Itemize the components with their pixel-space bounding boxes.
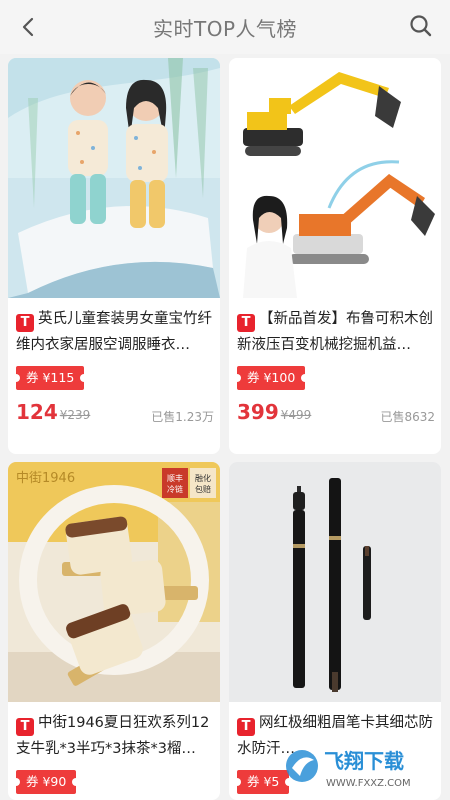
svg-text:包赔: 包赔 xyxy=(195,484,211,494)
tmall-badge-icon: T xyxy=(16,718,34,736)
product-card[interactable]: 中街1946 顺丰 冷链 融化 包赔 T 中街1946夏日狂欢系列12支牛乳*3半… xyxy=(8,462,220,800)
price: 124 xyxy=(16,400,58,424)
watermark-logo: 飞翔下载 WWW.FXXZ.COM xyxy=(286,749,411,789)
product-card[interactable]: T 英氏儿童套装男女童宝竹纤维内衣家居服空调服睡衣… 券 ¥115 124 ¥239… xyxy=(8,58,220,454)
tmall-badge-icon: T xyxy=(237,718,255,736)
sold-count: 已售8632 xyxy=(380,410,435,424)
product-title[interactable]: T 中街1946夏日狂欢系列12支牛乳*3半巧*3抹茶*3榴… xyxy=(16,710,214,762)
sold-count: 已售1.23万 xyxy=(151,410,214,424)
product-card[interactable]: T 【新品首发】布鲁可积木创新液压百变机械挖掘机益… 券 ¥100 399 ¥499… xyxy=(229,58,441,454)
coupon-tag[interactable]: 券 ¥100 xyxy=(232,366,310,390)
price-row: 399 ¥499 已售8632 xyxy=(237,400,435,430)
tmall-badge-icon: T xyxy=(237,314,255,332)
product-image-excavator-toy[interactable] xyxy=(229,58,441,298)
product-image-ice-cream[interactable]: 中街1946 顺丰 冷链 融化 包赔 xyxy=(8,462,220,702)
brand-label: 中街1946 xyxy=(16,471,75,486)
coupon-tag[interactable]: 券 ¥115 xyxy=(11,366,89,390)
svg-text:融化: 融化 xyxy=(195,473,211,483)
svg-text:WWW.FXXZ.COM: WWW.FXXZ.COM xyxy=(326,778,411,789)
search-icon[interactable] xyxy=(408,13,434,39)
coupon-tag[interactable]: 券 ¥90 xyxy=(11,770,81,794)
product-title[interactable]: T 英氏儿童套装男女童宝竹纤维内衣家居服空调服睡衣… xyxy=(16,306,214,358)
original-price: ¥239 xyxy=(59,408,91,422)
price-row: 124 ¥239 已售1.23万 xyxy=(16,400,214,430)
svg-text:飞翔下载: 飞翔下载 xyxy=(324,749,404,773)
svg-text:冷链: 冷链 xyxy=(167,484,183,494)
price: 399 xyxy=(237,400,279,424)
tmall-badge-icon: T xyxy=(16,314,34,332)
product-image-kids-pajamas[interactable] xyxy=(8,58,220,298)
svg-text:顺丰: 顺丰 xyxy=(167,473,183,483)
top-bar: 实时TOP人气榜 xyxy=(0,0,450,54)
page-title: 实时TOP人气榜 xyxy=(152,17,298,41)
original-price: ¥499 xyxy=(280,408,312,422)
product-image-eyebrow-pencil[interactable] xyxy=(229,462,441,702)
product-title[interactable]: T 【新品首发】布鲁可积木创新液压百变机械挖掘机益… xyxy=(237,306,435,358)
